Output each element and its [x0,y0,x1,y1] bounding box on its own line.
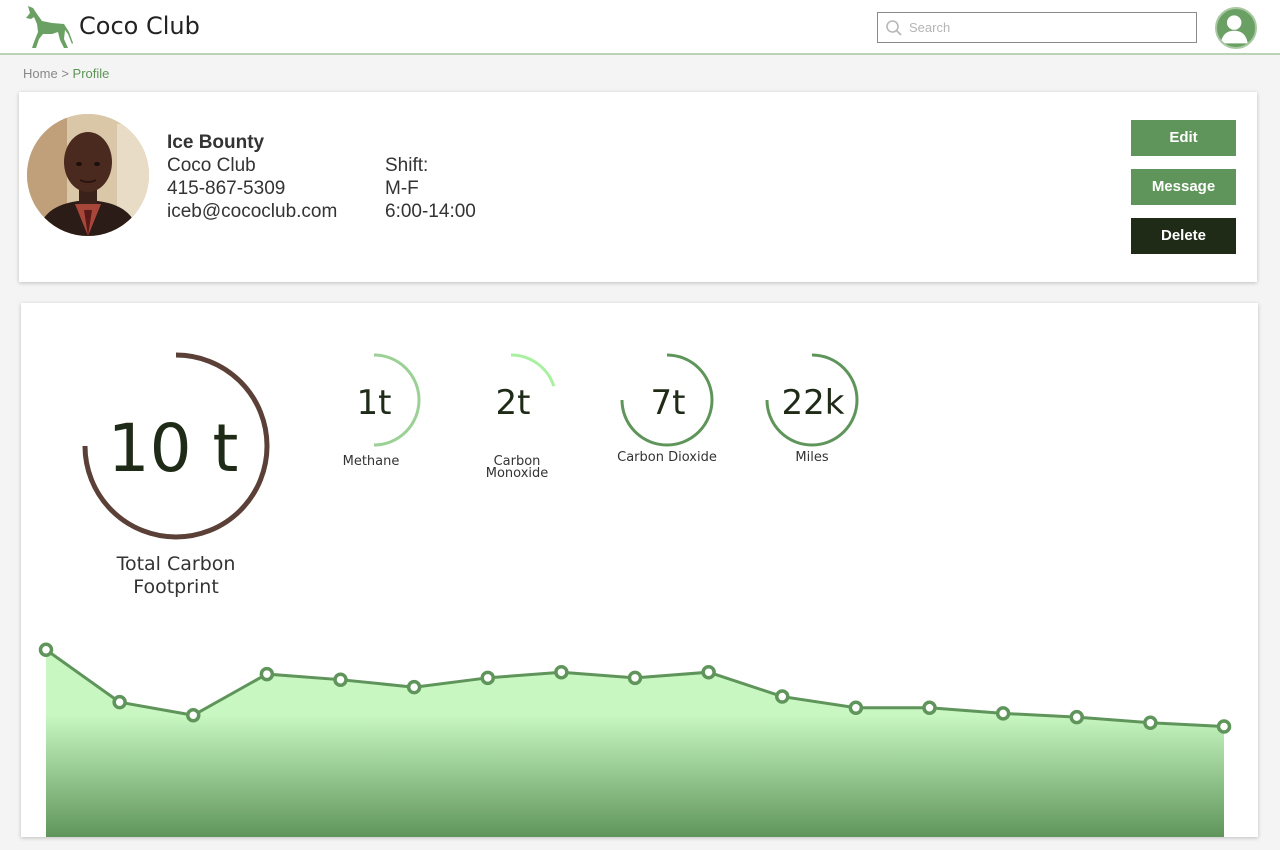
top-navbar: Coco Club [0,0,1280,55]
data-point[interactable] [259,666,275,682]
emissions-card: 10 t 1t 2t 7t 22k Total Carbon Footprint… [21,303,1258,837]
breadcrumb-home-link[interactable]: Home [23,66,58,81]
carbon-dioxide-label: Carbon Dioxide [617,450,717,465]
data-point[interactable] [1143,715,1158,731]
data-point[interactable] [627,670,643,686]
total-carbon-value: 10 t [108,410,239,487]
methane-value: 1t [357,383,392,423]
search-input[interactable] [909,13,1189,42]
shift-info: Shift: M-F 6:00-14:00 [385,154,476,223]
brand-name[interactable]: Coco Club [79,12,200,40]
shift-label: Shift: [385,155,429,176]
area-chart-svg [38,642,1232,837]
message-button[interactable]: Message [1131,169,1236,205]
profile-name: Ice Bounty [167,132,265,153]
miles-value: 22k [782,383,845,423]
total-carbon-label-line2: Footprint [133,576,219,598]
breadcrumb-separator: > [61,66,69,81]
breadcrumb-current: Profile [72,66,110,81]
breadcrumb: Home > Profile [23,66,109,81]
data-point[interactable] [848,700,864,716]
emissions-area-chart [21,603,1258,837]
carbon-monoxide-gauge-arc [510,353,556,387]
dog-logo-icon[interactable] [22,4,74,50]
data-point[interactable] [112,694,127,710]
data-point[interactable] [480,670,495,686]
data-point[interactable] [406,679,422,695]
search-icon [886,20,902,36]
carbon-monoxide-value: 2t [496,383,531,423]
profile-photo [27,114,149,236]
shift-hours: 6:00-14:00 [385,201,476,222]
shift-days: M-F [385,178,419,199]
total-carbon-label: Total Carbon Footprint [76,553,276,599]
data-point[interactable] [186,708,201,723]
contact-info: Ice Bounty Coco Club 415-867-5309 iceb@c… [167,131,337,223]
data-point[interactable] [922,700,937,716]
data-point[interactable] [995,706,1011,721]
user-avatar-button[interactable] [1215,7,1257,49]
data-point[interactable] [775,689,790,704]
profile-card: Ice Bounty Coco Club 415-867-5309 iceb@c… [19,92,1257,282]
data-point[interactable] [1216,719,1232,734]
profile-company: Coco Club [167,155,256,176]
delete-button[interactable]: Delete [1131,218,1236,254]
carbon-monoxide-label: Carbon Monoxide [485,454,549,481]
data-point[interactable] [333,672,348,687]
data-point[interactable] [1069,709,1084,725]
edit-button[interactable]: Edit [1131,120,1236,156]
carbon-dioxide-value: 7t [651,383,686,423]
profile-email[interactable]: iceb@cococlub.com [167,200,337,223]
data-point[interactable] [38,642,54,657]
miles-label: Miles [795,450,829,465]
total-carbon-label-line1: Total Carbon [116,553,236,575]
methane-label: Methane [342,454,400,469]
profile-phone[interactable]: 415-867-5309 [167,177,337,200]
user-icon [1220,15,1248,44]
data-point[interactable] [554,664,569,680]
search-box[interactable] [877,12,1197,43]
data-point[interactable] [701,664,716,680]
